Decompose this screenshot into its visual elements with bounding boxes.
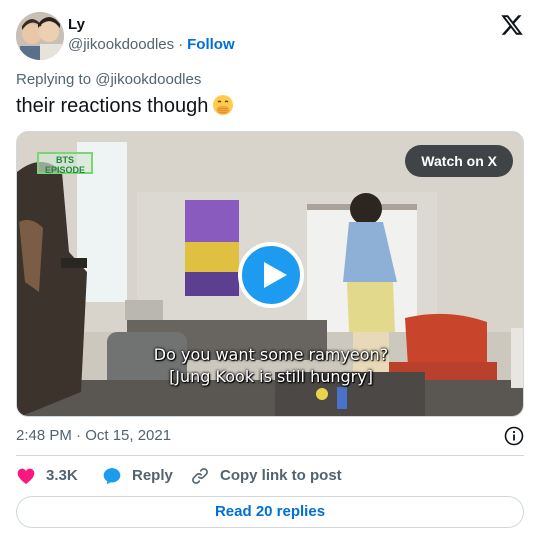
replying-to-text: Replying to @jikookdoodles xyxy=(16,71,202,88)
embedded-post-card: Ly @jikookdoodles · Follow Replying to @ji… xyxy=(0,0,540,543)
face-with-hand-over-mouth-icon xyxy=(213,95,234,115)
follow-button[interactable]: Follow xyxy=(187,36,235,53)
copy-link-button[interactable]: Copy link to post xyxy=(190,465,350,487)
video-subtitle-line1: Do you want some ramyeon? xyxy=(153,345,389,364)
tweet-body: their reactions though xyxy=(16,95,209,117)
like-button[interactable]: 3.3K xyxy=(16,465,86,487)
reply-bubble-icon xyxy=(103,468,121,485)
divider xyxy=(16,455,524,456)
post-actions: 3.3K Reply Copy link to post xyxy=(16,465,524,487)
author-handle-row: @jikookdoodles · Follow xyxy=(68,35,235,55)
video-subtitle-line2: [Jung Kook is still hungry] xyxy=(169,367,373,386)
like-count: 3.3K xyxy=(46,467,78,484)
author-identity: Ly @jikookdoodles · Follow xyxy=(68,15,235,55)
heart-icon xyxy=(17,468,35,484)
author-handle[interactable]: @jikookdoodles xyxy=(68,36,174,53)
play-icon xyxy=(264,262,287,288)
author-display-name[interactable]: Ly xyxy=(68,15,235,35)
read-replies-button[interactable]: Read 20 replies xyxy=(16,496,524,528)
watch-on-x-button[interactable]: Watch on X xyxy=(405,145,513,177)
post-meta-row: 2:48 PM · Oct 15, 2021 xyxy=(16,426,524,446)
post-header: Ly @jikookdoodles · Follow xyxy=(16,12,524,60)
separator-dot: · xyxy=(178,36,184,53)
channel-logo: BTS EPISODE xyxy=(37,152,93,175)
play-button[interactable] xyxy=(238,242,304,308)
reply-label: Reply xyxy=(132,467,173,484)
post-timestamp[interactable]: 2:48 PM · Oct 15, 2021 xyxy=(16,427,171,444)
avatar[interactable] xyxy=(16,12,64,60)
info-icon[interactable] xyxy=(504,426,524,446)
avatar-image xyxy=(16,12,64,60)
x-logo-icon[interactable] xyxy=(500,13,524,37)
reply-button[interactable]: Reply xyxy=(102,465,182,487)
link-icon xyxy=(192,468,208,484)
tweet-text: their reactions though xyxy=(16,94,234,118)
copy-link-label: Copy link to post xyxy=(220,467,342,484)
video-player[interactable]: BTS EPISODE Watch on X Do you want some … xyxy=(16,131,524,417)
